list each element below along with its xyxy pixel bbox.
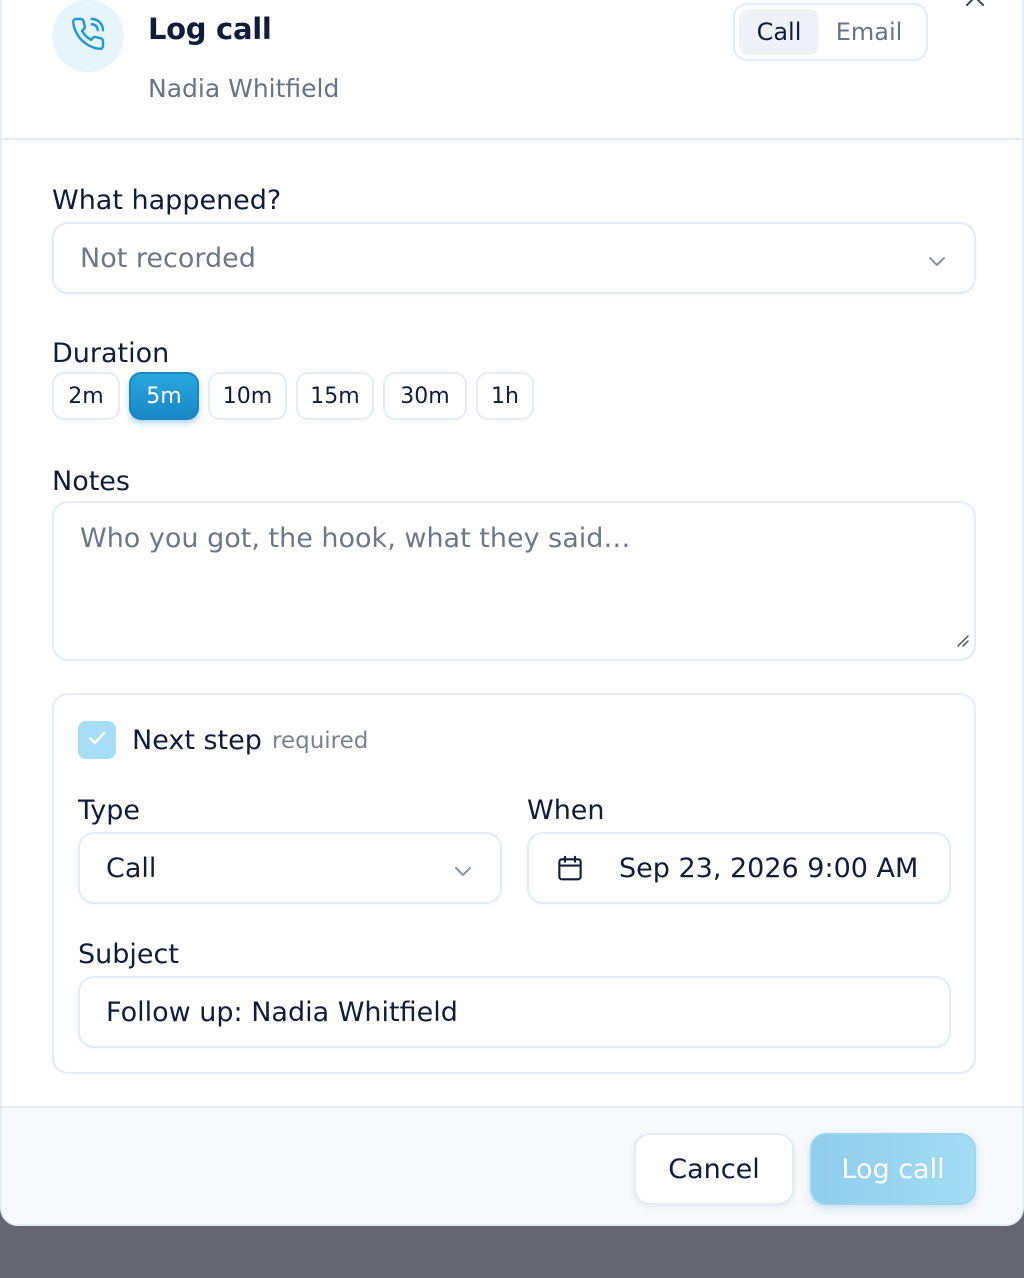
when-datetime-input[interactable]: Sep 23, 2026 9:00 AM — [527, 832, 951, 904]
mode-toggle: Call Email — [733, 3, 928, 61]
outcome-label: What happened? — [52, 185, 282, 216]
when-value: Sep 23, 2026 9:00 AM — [619, 852, 919, 884]
duration-2m[interactable]: 2m — [52, 372, 120, 420]
duration-options: 2m 5m 10m 15m 30m 1h — [52, 372, 534, 420]
log-call-dialog: Log call Nadia Whitfield Call Email What… — [0, 0, 1024, 1226]
next-step-panel: Next step required Type Call When Sep 23… — [52, 693, 976, 1074]
duration-30m[interactable]: 30m — [383, 372, 467, 420]
outcome-value: Not recorded — [80, 242, 256, 274]
required-hint: required — [272, 728, 369, 754]
duration-label: Duration — [52, 338, 170, 369]
calendar-icon — [555, 853, 585, 883]
dialog-title: Log call — [148, 12, 272, 46]
when-label: When — [527, 795, 605, 826]
notes-textarea[interactable]: Who you got, the hook, what they said… — [52, 501, 976, 661]
subject-label: Subject — [78, 939, 179, 970]
log-call-button[interactable]: Log call — [810, 1133, 976, 1205]
next-step-label: Next step — [132, 725, 262, 756]
next-step-checkbox[interactable] — [78, 721, 116, 759]
phone-icon — [70, 16, 106, 56]
notes-label: Notes — [52, 466, 130, 497]
contact-name: Nadia Whitfield — [148, 74, 340, 103]
type-value: Call — [106, 852, 157, 884]
subject-value: Follow up: Nadia Whitfield — [106, 996, 458, 1028]
check-icon — [85, 726, 109, 754]
resize-handle-icon[interactable] — [954, 624, 970, 655]
chevron-down-icon — [452, 858, 474, 889]
dialog-footer: Cancel Log call — [2, 1106, 1022, 1224]
duration-5m[interactable]: 5m — [129, 372, 199, 420]
close-button[interactable] — [960, 0, 990, 18]
duration-10m[interactable]: 10m — [208, 372, 287, 420]
tab-call[interactable]: Call — [739, 9, 819, 55]
cancel-button[interactable]: Cancel — [634, 1133, 794, 1205]
duration-1h[interactable]: 1h — [476, 372, 534, 420]
chevron-down-icon — [926, 248, 948, 279]
type-label: Type — [78, 795, 141, 826]
contact-avatar — [52, 0, 124, 72]
tab-email[interactable]: Email — [819, 9, 919, 55]
type-select[interactable]: Call — [78, 832, 502, 904]
notes-placeholder: Who you got, the hook, what they said… — [80, 523, 631, 554]
outcome-select[interactable]: Not recorded — [52, 222, 976, 294]
close-icon — [963, 0, 987, 17]
subject-input[interactable]: Follow up: Nadia Whitfield — [78, 976, 951, 1048]
dialog-header: Log call Nadia Whitfield Call Email — [2, 0, 1022, 140]
duration-15m[interactable]: 15m — [296, 372, 374, 420]
